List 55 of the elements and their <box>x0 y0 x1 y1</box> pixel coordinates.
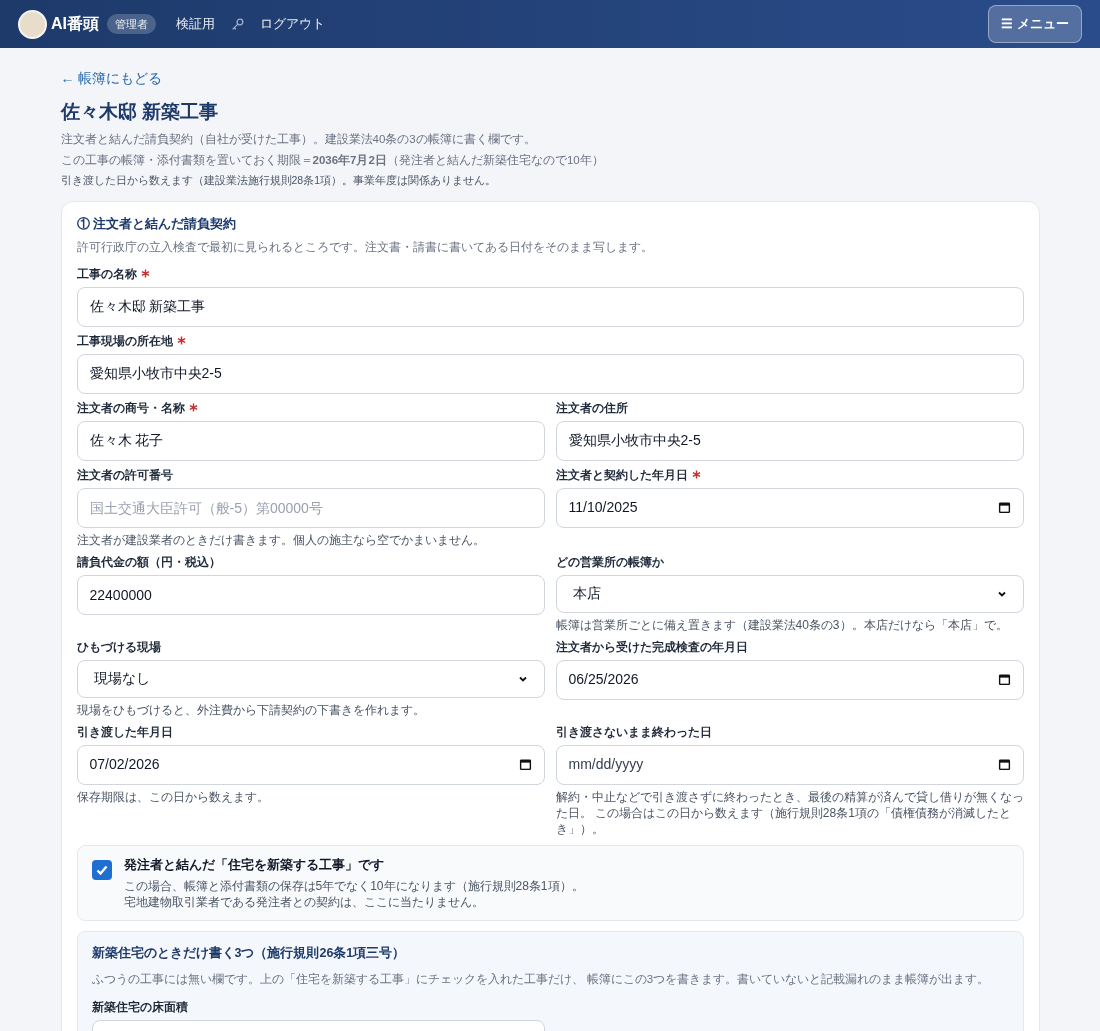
role-badge: 管理者 <box>107 13 156 35</box>
help-text: 現場をひもづけると、外注費から下請契約の下書きを作れます。 <box>76 701 426 718</box>
text-field[interactable]: 愛知県小牧市中央2-5 <box>555 420 1024 461</box>
checkbox-note: 宅地建物取引業者である発注者との契約は、ここに当たりません。 <box>123 894 485 911</box>
help-text: 解約・中止などで引き渡さずに終わったとき、最後の精算が済んで貸し借りが無くなった日。 この場合はこの日から数えます（施行規則28条1項の「債権債務が消滅したとき」）。 <box>555 788 1024 837</box>
intro-text: この工事の帳簿・添付書類を置いておく期限＝2036年7月2日（発注者と結んだ新築住宅なので10年） <box>60 152 605 169</box>
calendar-icon <box>518 758 532 771</box>
field-label: 注文者の住所 <box>555 400 628 415</box>
field-label: ひもづける現場 <box>76 639 161 654</box>
select-field[interactable]: 現場なし <box>76 659 545 698</box>
field-label: 新築住宅の床面積 <box>91 1000 188 1015</box>
nav-link[interactable]: 検証用 <box>176 14 215 34</box>
text-field[interactable]: 佐々木 花子 <box>76 420 545 461</box>
text-field[interactable]: 愛知県小牧市中央2-5 <box>76 353 1024 394</box>
date-field[interactable]: 06/25/2026 <box>555 659 1024 700</box>
avatar <box>18 9 47 39</box>
logout-link[interactable]: ログアウト <box>260 14 325 34</box>
section-title: ① 注文者と結んだ請負契約 <box>76 214 238 233</box>
menu-button[interactable]: ☰ メニュー <box>988 5 1082 43</box>
field-label: 注文者と契約した年月日 <box>555 467 688 482</box>
field-label: 注文者から受けた完成検査の年月日 <box>555 639 748 654</box>
text-field[interactable]: 22400000 <box>76 574 545 615</box>
checkbox-note: この場合、帳簿と添付書類の保存は5年でなく10年になります（施行規則28条1項）。 <box>123 878 584 895</box>
field-label: 引き渡した年月日 <box>76 724 173 739</box>
date-field[interactable]: mm/dd/yyyy <box>555 744 1024 785</box>
calendar-icon <box>997 673 1011 686</box>
field-label: 注文者の許可番号 <box>76 467 173 482</box>
date-field[interactable]: 11/10/2025 <box>555 487 1024 528</box>
date-field[interactable]: 07/02/2026 <box>76 744 545 785</box>
key-icon <box>231 17 244 31</box>
calendar-icon <box>997 501 1011 514</box>
subsection-description: ふつうの工事には無い欄です。上の「住宅を新築する工事」にチェックを入れた工事だけ、 帳簿にこの3つを書きます。書いていないと記載漏れのまま帳簿が出ます。 <box>91 972 991 988</box>
field-label: 注文者の商号・名称 <box>76 400 185 415</box>
back-link[interactable]: ← 帳簿にもどる <box>60 70 163 86</box>
field-label: 請負代金の額（円・税込） <box>76 554 221 569</box>
menu-icon: ☰ <box>1001 14 1013 34</box>
page-title: 佐々木邸 新築工事 <box>60 100 219 124</box>
help-text: 帳簿は営業所ごとに備え置きます（建設業法40条の3）。本店だけなら「本店」で。 <box>555 616 1009 633</box>
app-name: AI番頭 <box>51 14 99 34</box>
calendar-icon <box>997 758 1011 771</box>
field-label: 工事現場の所在地 <box>76 333 173 348</box>
help-text: 保存期限は、この日から数えます。 <box>76 788 270 805</box>
section-description: 許可行政庁の立入検査で最初に見られるところです。注文書・請書に書いてある日付をそのまま写します。 <box>76 240 654 256</box>
checkbox-label: 発注者と結んだ「住宅を新築する工事」です <box>123 856 385 874</box>
select-field[interactable]: 本店 <box>555 574 1024 613</box>
intro-text: 注文者と結んだ請負契約（自社が受けた工事）。建設業法40条の3の帳簿に書く欄です。 <box>60 131 537 147</box>
field-label: 工事の名称 <box>76 266 137 281</box>
text-field[interactable]: 国土交通大臣許可（般-5）第00000号 <box>76 487 545 528</box>
field-label: どの営業所の帳簿か <box>555 554 664 569</box>
note-text: 引き渡した日から数えます（建設業法施行規則28条1項）。事業年度は関係ありません。 <box>60 173 498 188</box>
subsection-title: 新築住宅のときだけ書く3つ（施行規則26条1項三号） <box>91 944 407 963</box>
help-text: 注文者が建設業者のときだけ書きます。個人の施主なら空でかまいません。 <box>76 531 486 548</box>
checkbox[interactable] <box>91 859 112 880</box>
field-label: 引き渡さないまま終わった日 <box>555 724 712 739</box>
text-field[interactable]: 佐々木邸 新築工事 <box>76 286 1024 327</box>
